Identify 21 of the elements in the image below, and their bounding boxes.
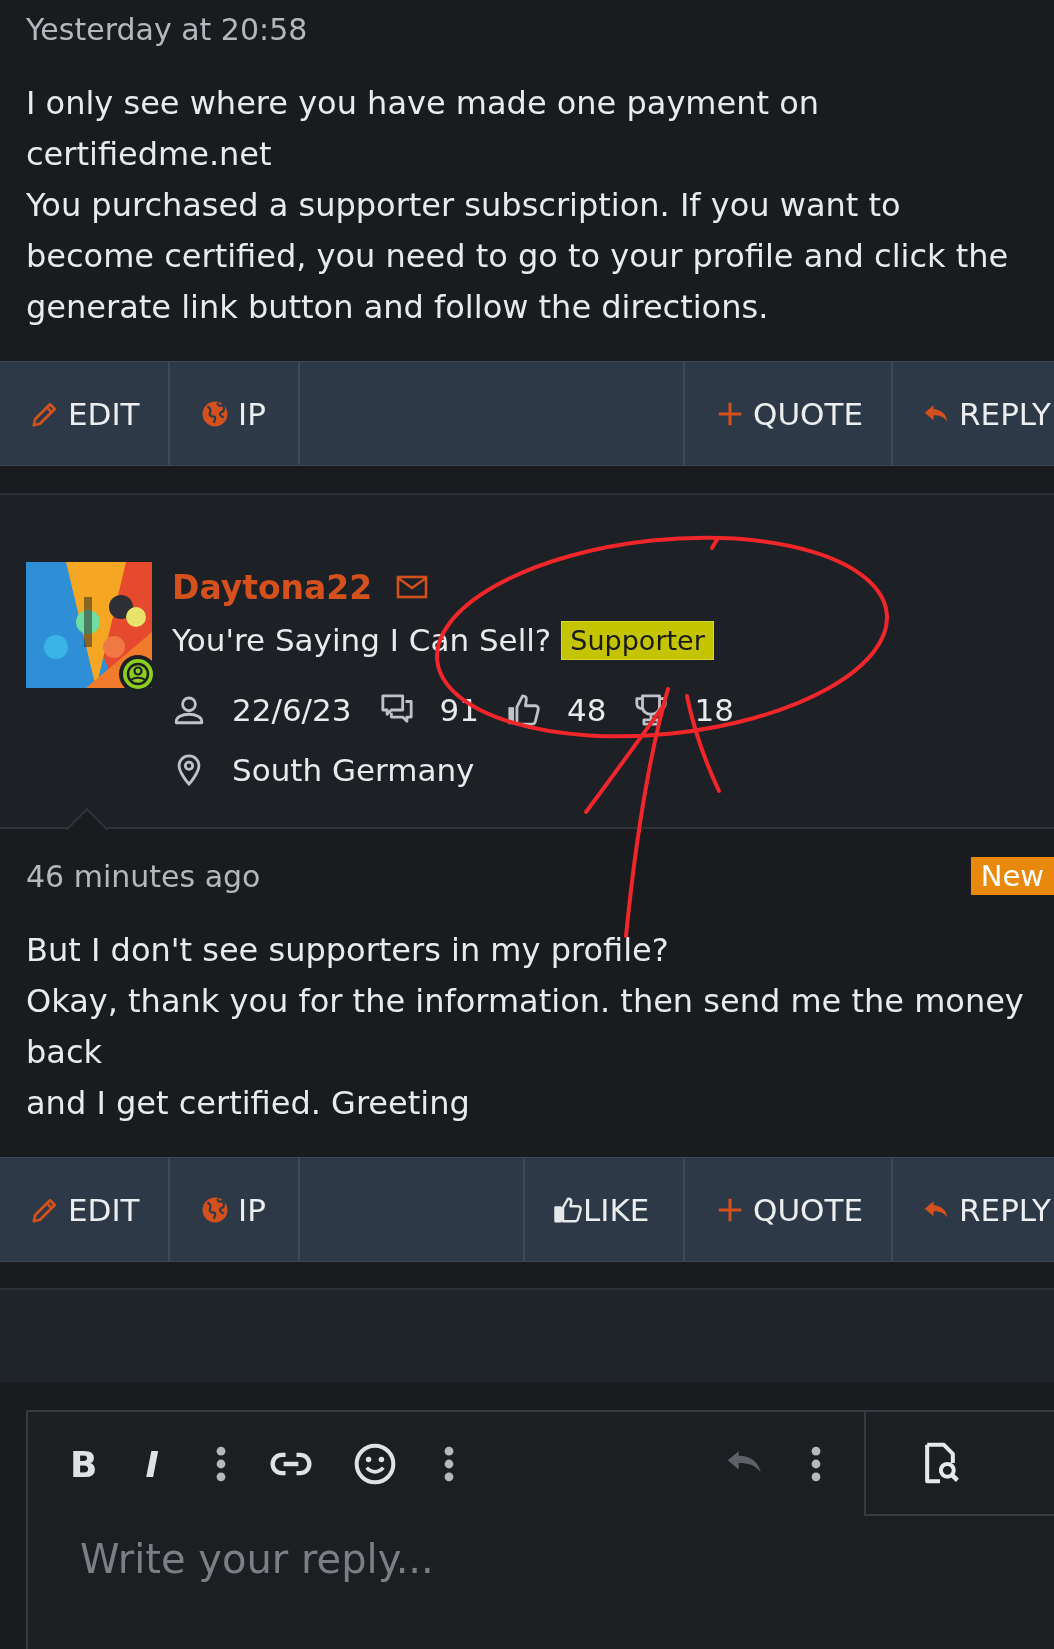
post-time: Yesterday at 20:58: [26, 11, 308, 47]
stat-value: 22/6/23: [232, 692, 352, 728]
reply-editor[interactable]: B I Write your reply...: [26, 1410, 1054, 1649]
bold-button[interactable]: B: [70, 1443, 98, 1485]
stat-value: 18: [694, 692, 734, 728]
location-text: South Germany: [232, 752, 475, 788]
post-text: But I don't see supporters in my profile?: [26, 930, 670, 971]
post-text: and I get certified. Greeting: [26, 1083, 471, 1124]
smiley-icon[interactable]: [352, 1442, 397, 1486]
post-time: 46 minutes ago: [26, 858, 261, 894]
thumbs-up-icon: [506, 693, 541, 727]
post-text: I only see where you have made one payment on certifiedme.net: [26, 83, 821, 175]
supporter-badge: Supporter: [561, 620, 714, 660]
new-badge: New: [970, 857, 1054, 895]
trophy-icon: [634, 693, 669, 727]
mail-icon[interactable]: [396, 574, 429, 600]
preview-button[interactable]: [864, 1412, 1054, 1516]
username-link[interactable]: Daytona22: [172, 567, 373, 607]
stat-value: 48: [566, 692, 607, 728]
post-text: You purchased a supporter subscription. If you want to become certified, you need to go to your profile and click the generate link button and follow the directions.: [26, 185, 1010, 328]
italic-button[interactable]: I: [145, 1443, 159, 1485]
